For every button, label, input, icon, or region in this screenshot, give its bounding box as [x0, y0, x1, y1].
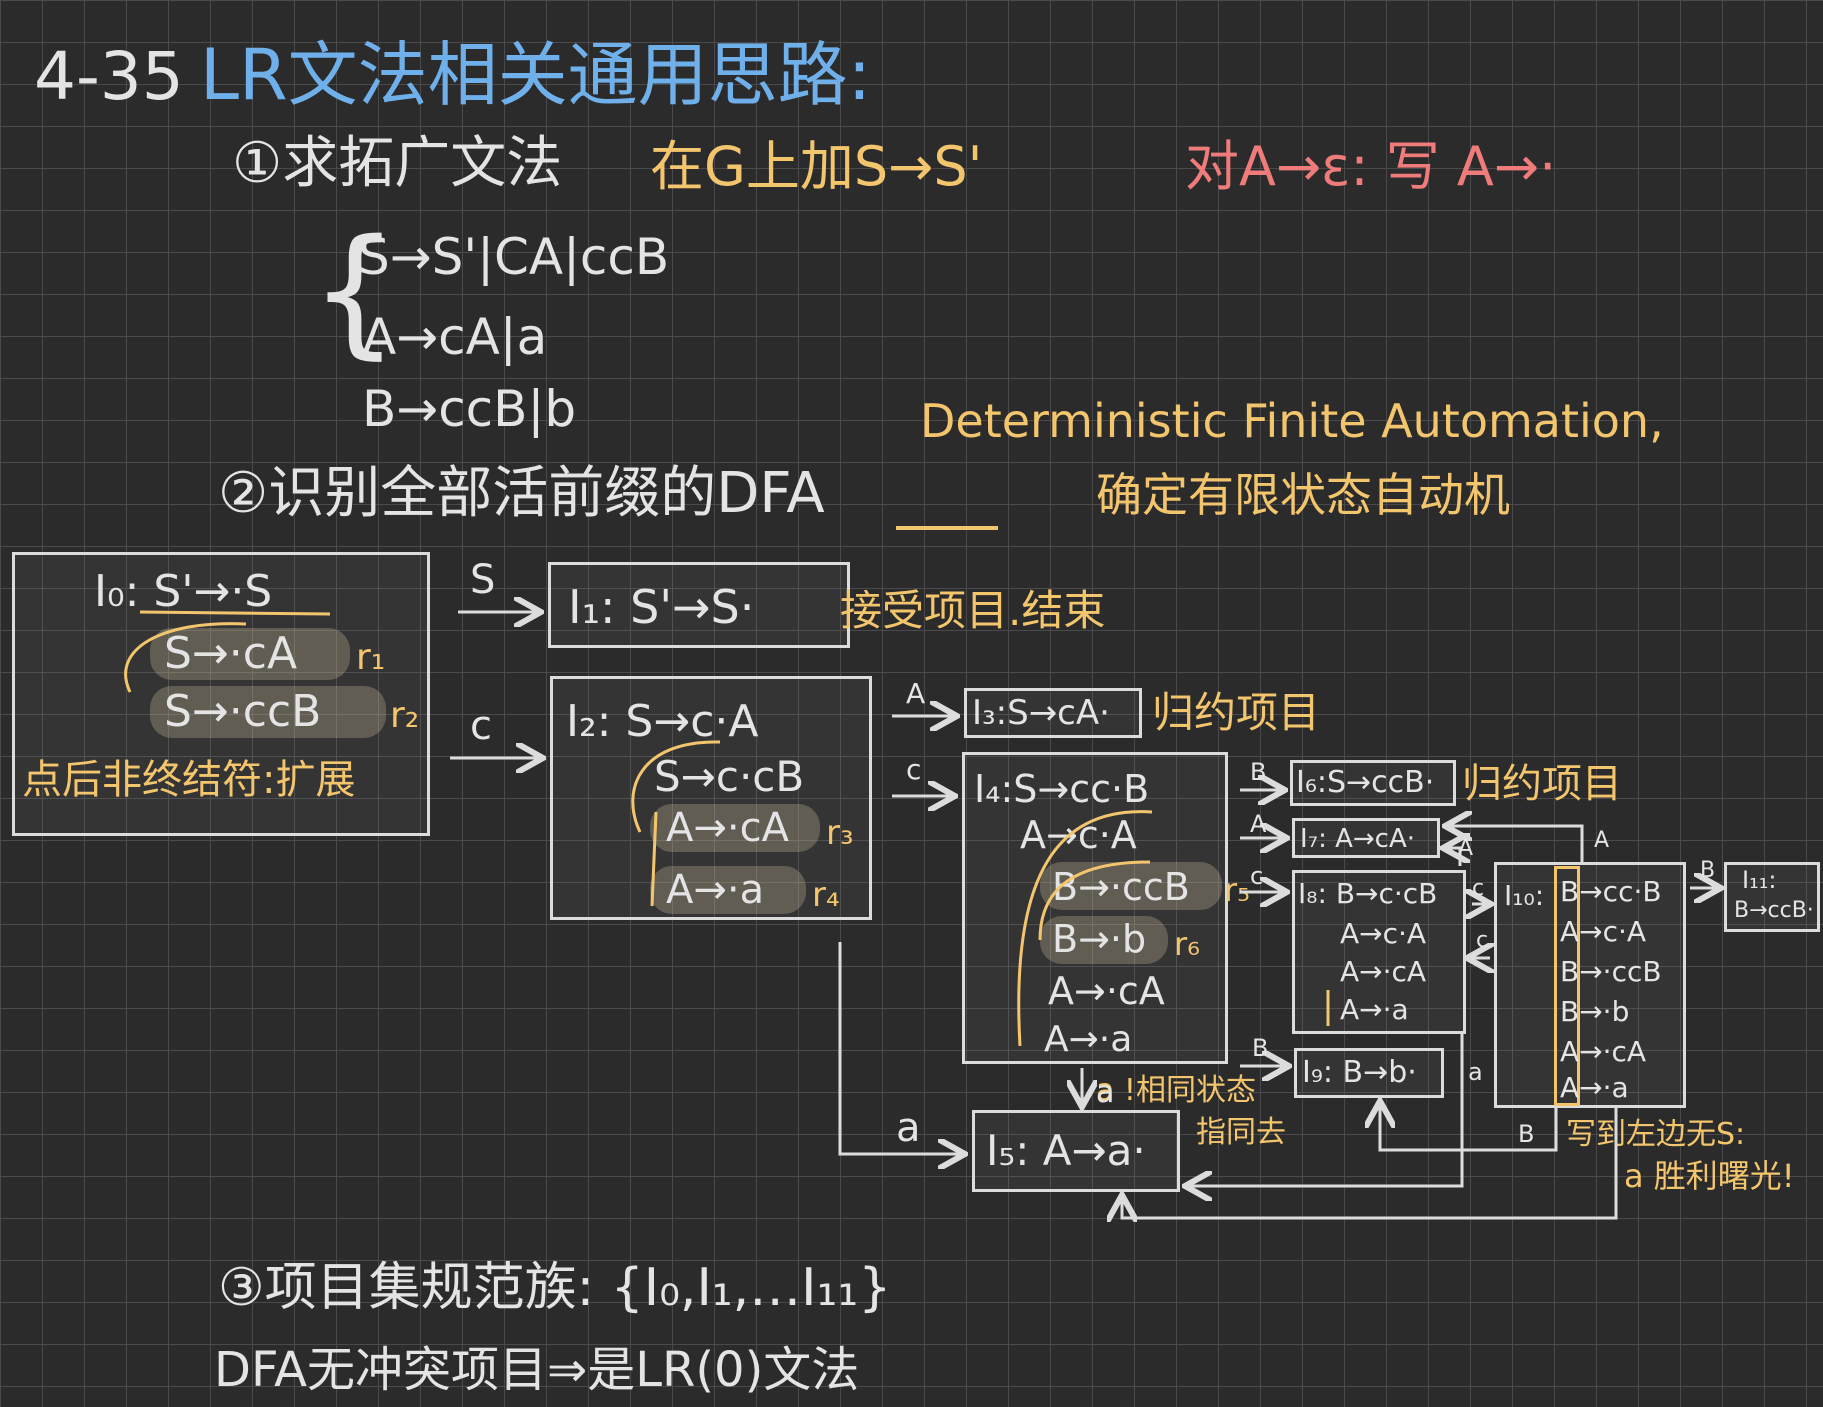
edge-label-b: B — [1252, 1034, 1269, 1062]
edge-label-a: a — [896, 1105, 921, 1151]
edge-I8-I5 — [1188, 1034, 1464, 1186]
edge-label-a: a — [1468, 1058, 1483, 1086]
step3-conclusion: DFA无冲突项目⇒是LR(0)文法 — [214, 1342, 860, 1398]
edge-label-b: B — [1250, 758, 1267, 786]
edge-label-A: A — [1594, 828, 1610, 853]
expand-curve-I4 — [1038, 860, 1151, 941]
expand-curve-I2 — [650, 811, 658, 907]
expand-curve-I0 — [139, 610, 331, 616]
edge-label-b: B — [1518, 1120, 1535, 1148]
edge-label-a: a — [1096, 1075, 1115, 1110]
expand-curve-I4 — [1017, 810, 1153, 1047]
expand-curve-I0 — [124, 622, 247, 693]
edge-label-A: A — [1458, 836, 1474, 861]
edge-label-c: c — [906, 753, 922, 786]
edge-label-c: c — [470, 703, 492, 749]
expand-curve-I2 — [631, 740, 721, 833]
edge-label-c: c — [1472, 876, 1485, 901]
edge-label-c: c — [1250, 862, 1264, 890]
edge-label-A: A — [906, 677, 926, 710]
edge-I10-I5 — [1122, 1108, 1618, 1218]
edge-label-S: S — [470, 557, 496, 603]
edge-label-A: A — [1250, 810, 1267, 838]
edge-label-b: B — [1700, 858, 1716, 883]
edge-label-c: c — [1476, 928, 1489, 953]
whiteboard-canvas: 4-35 LR文法相关通用思路: ①求拓广文法 在G上加S→S' 对A→ε: 写… — [0, 0, 1823, 1407]
step3-label: ③项目集规范族: {I₀,I₁,…I₁₁} — [218, 1258, 892, 1318]
